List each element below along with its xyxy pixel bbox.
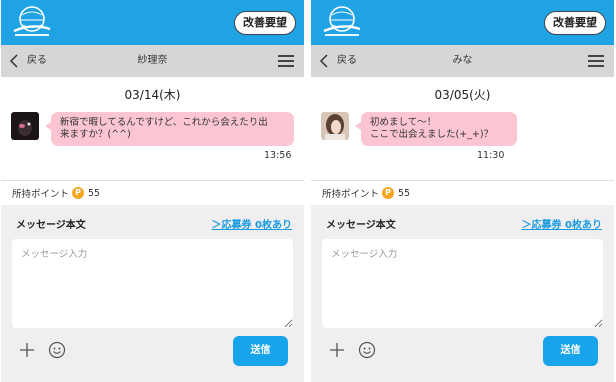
message-time: 13:56 — [264, 150, 292, 161]
message-line: ここで出会えました(+_+)？ — [370, 129, 494, 140]
improvement-request-button[interactable]: 改善要望 — [544, 11, 606, 35]
app-logo[interactable] — [319, 5, 365, 39]
points-value: 55 — [88, 187, 101, 199]
back-button[interactable]: 戻る — [9, 45, 47, 77]
message-line: 初めまして〜！ — [370, 117, 437, 128]
message-line: 来ますか？(^^) — [60, 129, 131, 140]
back-button[interactable]: 戻る — [319, 45, 357, 77]
send-button[interactable]: 送信 — [543, 336, 598, 366]
points-value: 55 — [398, 187, 411, 199]
coin-icon: P — [72, 187, 85, 199]
message-input[interactable] — [12, 239, 293, 328]
chat-date: 03/05(火) — [434, 88, 491, 102]
divider — [1, 180, 304, 181]
chat-panel-left: 改善要望 戻る 紗理奈 03/14(木) 新宿で暇してるんですけど、これから会え… — [1, 0, 304, 382]
chevron-left-icon — [319, 54, 328, 68]
nav-bar: 戻る 紗理奈 — [1, 45, 304, 77]
app-header: 改善要望 — [311, 0, 614, 45]
app-logo[interactable] — [9, 5, 55, 39]
chat-date: 03/14(木) — [124, 88, 181, 102]
nav-bar: 戻る みな — [311, 45, 614, 77]
plus-icon[interactable] — [328, 341, 346, 359]
points-label: 所持ポイント — [12, 189, 70, 200]
compose-label: メッセージ本文 — [16, 220, 86, 231]
avatar[interactable] — [11, 112, 39, 140]
coin-icon: P — [382, 187, 395, 199]
message-bubble: 初めまして〜！ ここで出会えました(+_+)？ — [355, 112, 517, 146]
points-display: 所持ポイント P 55 — [322, 184, 410, 202]
chat-panel-right: 改善要望 戻る みな 03/05(火) 初めまして〜！ ここで出会えました(+_… — [311, 0, 614, 382]
message-input[interactable] — [322, 239, 603, 328]
avatar[interactable] — [321, 112, 349, 140]
back-label: 戻る — [27, 55, 47, 66]
partner-name: みな — [452, 55, 473, 66]
ticket-link[interactable]: ＞応募券 0枚あり — [522, 216, 602, 231]
compose-label: メッセージ本文 — [326, 220, 396, 231]
chat-area: 03/14(木) 新宿で暇してるんですけど、これから会えたり出 来ますか？(^^… — [1, 77, 304, 180]
message-bubble: 新宿で暇してるんですけど、これから会えたり出 来ますか？(^^) — [45, 112, 294, 146]
back-label: 戻る — [337, 55, 357, 66]
plus-icon[interactable] — [18, 341, 36, 359]
compose-area: メッセージ本文 ＞応募券 0枚あり 送信 — [1, 205, 304, 382]
hamburger-menu-icon[interactable] — [588, 54, 604, 68]
compose-area: メッセージ本文 ＞応募券 0枚あり 送信 — [311, 205, 614, 382]
chat-area: 03/05(火) 初めまして〜！ ここで出会えました(+_+)？ 11:30 — [311, 77, 614, 180]
points-display: 所持ポイント P 55 — [12, 184, 100, 202]
smile-icon[interactable] — [358, 341, 376, 359]
chevron-left-icon — [9, 54, 18, 68]
message-line: 新宿で暇してるんですけど、これから会えたり出 — [60, 117, 268, 128]
points-label: 所持ポイント — [322, 189, 380, 200]
partner-name: 紗理奈 — [137, 55, 168, 66]
app-header: 改善要望 — [1, 0, 304, 45]
message-time: 11:30 — [477, 150, 505, 161]
divider — [311, 180, 614, 181]
smile-icon[interactable] — [48, 341, 66, 359]
hamburger-menu-icon[interactable] — [278, 54, 294, 68]
ticket-link[interactable]: ＞応募券 0枚あり — [212, 216, 292, 231]
send-button[interactable]: 送信 — [233, 336, 288, 366]
improvement-request-button[interactable]: 改善要望 — [234, 11, 296, 35]
